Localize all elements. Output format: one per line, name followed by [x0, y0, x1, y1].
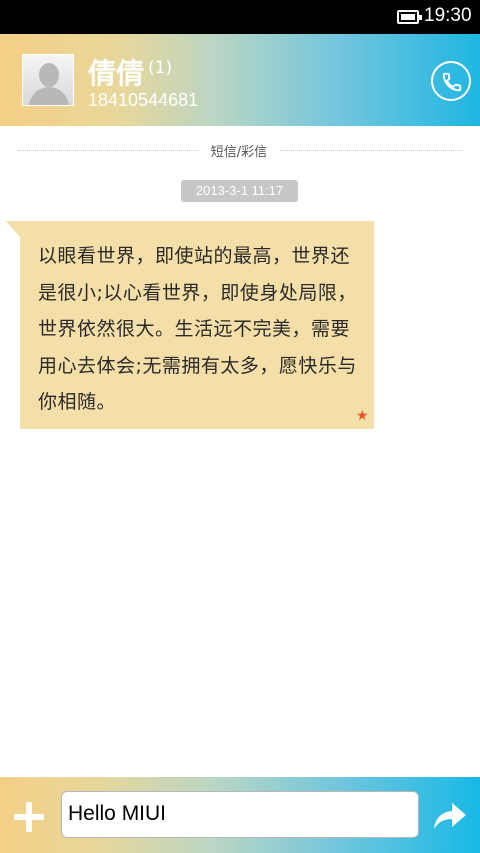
- composer-bar: Hello MIUI: [0, 777, 480, 853]
- avatar-placeholder-icon: [39, 63, 59, 87]
- status-time: 19:30: [424, 5, 472, 26]
- battery-icon: [397, 10, 422, 24]
- contact-phone-number: 18410544681: [88, 90, 199, 110]
- divider: [18, 150, 198, 151]
- contact-name: 倩倩: [88, 57, 145, 90]
- add-attachment-button[interactable]: [14, 802, 44, 832]
- message-type-label: 短信/彩信: [210, 145, 268, 160]
- phone-icon: [442, 72, 462, 92]
- star-icon: ★: [356, 408, 369, 424]
- message-timestamp: 2013-3-1 11:17: [181, 180, 298, 202]
- bubble-tail: [6, 221, 20, 237]
- send-arrow-icon: [434, 803, 466, 829]
- message-input[interactable]: Hello MIUI: [61, 791, 419, 838]
- status-bar: 19:30: [0, 0, 480, 34]
- divider: [280, 150, 462, 151]
- message-count: (1): [148, 58, 173, 78]
- message-text: 以眼看世界，即使站的最高，世界还是很小;以心看世界，即使身处局限，世界依然很大。…: [38, 245, 357, 413]
- avatar[interactable]: [22, 54, 74, 106]
- conversation-header: 倩倩 (1) 18410544681: [0, 34, 480, 126]
- send-button[interactable]: [432, 801, 468, 831]
- call-button[interactable]: [431, 61, 471, 101]
